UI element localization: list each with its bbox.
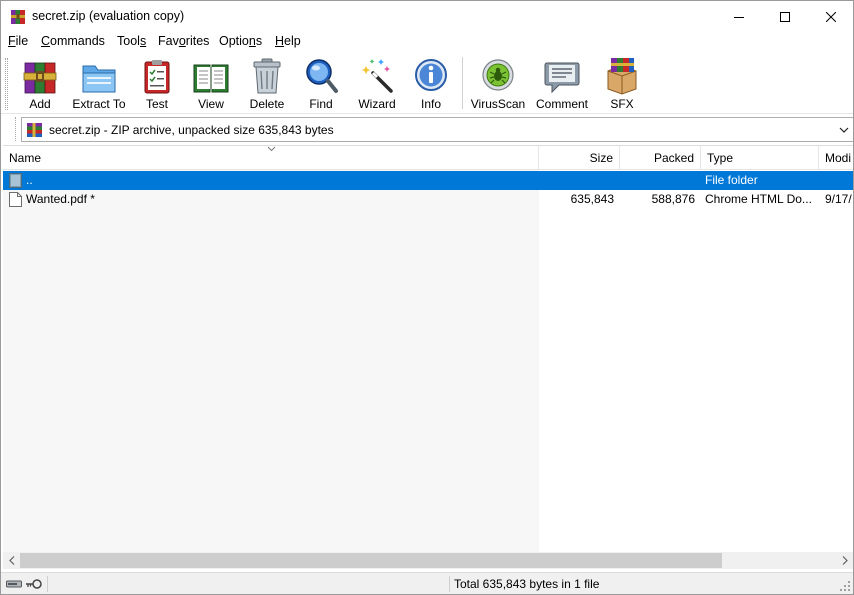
comment-button[interactable]: Comment [533,55,591,111]
key-icon[interactable] [25,578,43,590]
info-icon [415,59,447,91]
window-title: secret.zip (evaluation copy) [32,9,185,23]
list-item[interactable]: Wanted.pdf * 635,843 588,876 Chrome HTML… [3,190,853,209]
horizontal-scrollbar[interactable] [3,552,853,569]
menu-file[interactable]: File [8,34,28,48]
address-combobox[interactable]: secret.zip - ZIP archive, unpacked size … [21,117,853,142]
zip-archive-icon [27,123,42,137]
sfx-label: SFX [610,97,634,111]
item-name: Wanted.pdf * [26,192,95,206]
file-list-header: Name Size Packed Type Modi [3,146,853,170]
sfx-button[interactable]: SFX [601,55,643,111]
toolbar-separator [462,57,463,109]
maximize-button[interactable] [762,1,808,32]
extract-to-label: Extract To [72,97,126,111]
chevron-left-icon [8,556,14,565]
drive-icon[interactable] [6,578,22,590]
test-button[interactable]: Test [137,55,177,111]
column-header-packed[interactable]: Packed [620,146,701,170]
chevron-right-icon [842,556,848,565]
extract-folder-icon [82,65,116,93]
column-header-modified[interactable]: Modi [819,146,853,170]
toolbar-grip[interactable] [5,58,8,110]
title-bar: secret.zip (evaluation copy) [1,1,853,32]
delete-label: Delete [249,97,285,111]
name-column-shade [3,170,539,553]
view-label: View [198,97,224,111]
close-icon [826,11,836,22]
column-header-type-label: Type [707,151,734,165]
scroll-right-button[interactable] [836,552,853,569]
column-header-modified-label: Modi [825,151,852,165]
item-modified: 9/17/ [825,192,852,206]
virus-scan-icon [482,59,514,91]
column-header-name-label: Name [9,151,42,165]
delete-button[interactable]: Delete [245,55,289,111]
comment-label: Comment [535,97,588,111]
add-archive-icon [23,62,57,94]
magic-wand-icon [361,59,393,93]
add-button[interactable]: Add [19,55,61,111]
document-icon [9,192,22,207]
status-divider [449,576,450,592]
address-bar-area: secret.zip - ZIP archive, unpacked size … [1,114,853,144]
column-header-packed-label: Packed [653,151,694,165]
status-bar: Total 635,843 bytes in 1 file [1,572,853,594]
toolbar: Add Extract To Test View Delete Find Wiz… [1,52,853,114]
address-grip[interactable] [15,117,18,141]
file-list[interactable]: Name Size Packed Type Modi .. File folde… [3,145,853,553]
minimize-button[interactable] [716,1,762,32]
menu-favorites[interactable]: Favorites [158,34,209,48]
virusscan-button[interactable]: VirusScan [469,55,527,111]
item-name: .. [26,173,33,187]
menu-help[interactable]: Help [275,34,301,48]
info-label: Info [420,97,441,111]
minimize-icon [734,16,744,18]
item-size [539,171,614,190]
find-label: Find [309,97,333,111]
column-header-type[interactable]: Type [701,146,819,170]
status-divider [47,576,48,592]
menu-commands[interactable]: Commands [41,34,105,48]
comment-bubble-icon [544,62,580,94]
winrar-icon [11,10,25,24]
extract-to-button[interactable]: Extract To [69,55,129,111]
virusscan-label: VirusScan [470,97,526,111]
scroll-left-button[interactable] [3,552,20,569]
add-label: Add [29,97,51,111]
resize-grip-icon[interactable] [840,581,851,592]
folder-up-icon [9,173,22,188]
status-text: Total 635,843 bytes in 1 file [454,577,600,591]
test-label: Test [145,97,168,111]
column-header-size-label: Size [589,151,613,165]
scrollbar-thumb[interactable] [20,553,722,568]
chevron-down-icon[interactable] [838,123,850,137]
wizard-label: Wizard [358,97,396,111]
item-packed: 588,876 [651,192,695,206]
item-type: Chrome HTML Do... [705,192,812,206]
wizard-button[interactable]: Wizard [355,55,399,111]
menu-tools[interactable]: Tools [117,34,146,48]
find-button[interactable]: Find [301,55,341,111]
close-button[interactable] [808,1,853,32]
trash-icon [253,58,281,94]
item-type: File folder [705,173,758,187]
maximize-icon [780,11,790,22]
view-button[interactable]: View [189,55,233,111]
item-packed [620,171,695,190]
magnifier-icon [306,59,338,93]
sfx-box-icon [607,58,637,95]
column-header-size[interactable]: Size [539,146,620,170]
menu-bar: File Commands Tools Favorites Options He… [1,32,853,52]
address-text: secret.zip - ZIP archive, unpacked size … [49,123,334,137]
menu-options[interactable]: Options [219,34,262,48]
test-clipboard-icon [144,60,170,94]
item-size: 635,843 [570,192,614,206]
info-button[interactable]: Info [411,55,451,111]
winrar-window: secret.zip (evaluation copy) File Comman… [0,0,854,595]
list-item[interactable]: .. File folder [3,171,853,190]
item-modified [825,171,853,190]
sort-ascending-icon [267,146,276,152]
view-book-icon [193,64,229,93]
